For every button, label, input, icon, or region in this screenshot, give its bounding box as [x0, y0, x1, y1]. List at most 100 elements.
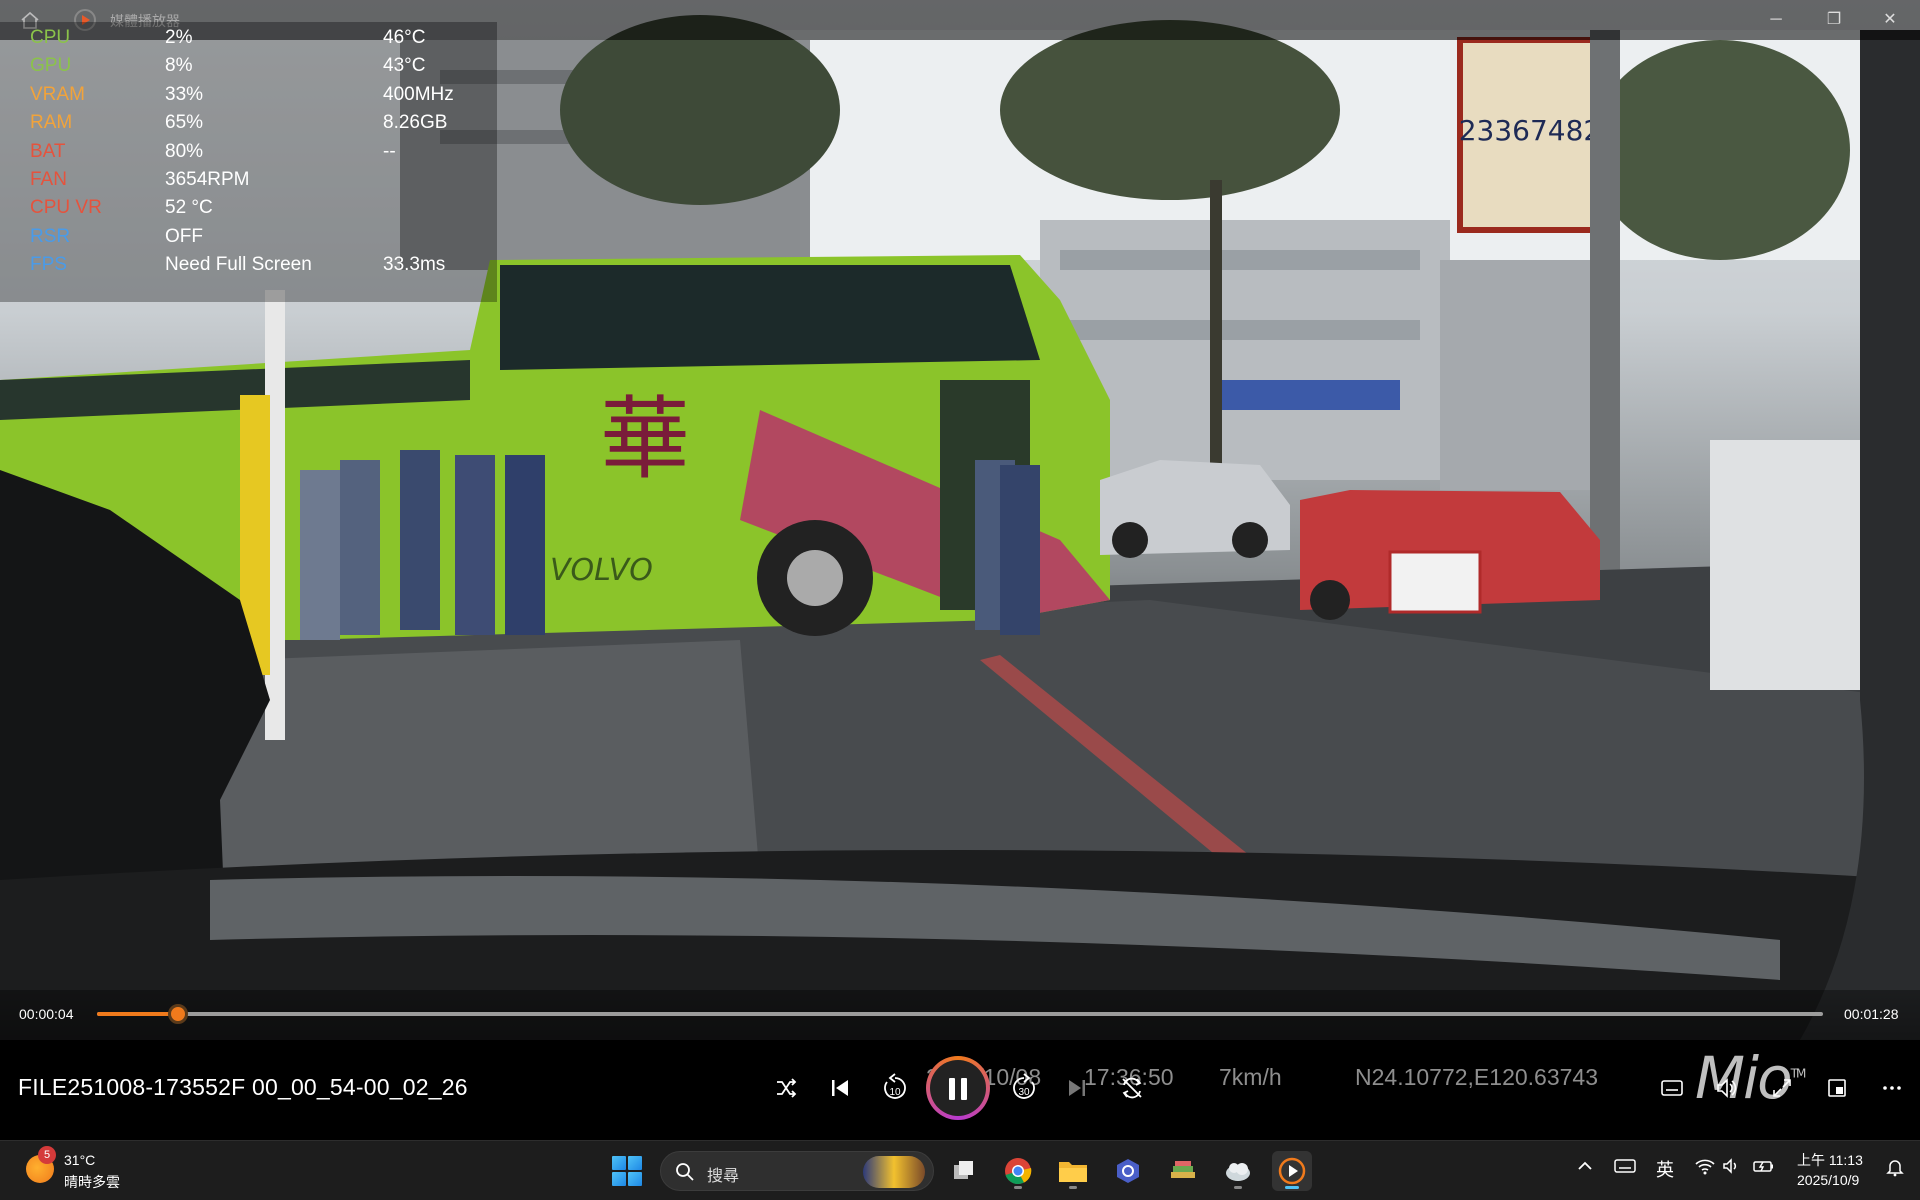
skip-back-label: 10	[889, 1087, 901, 1098]
perf-value-primary: 33%	[165, 83, 204, 105]
repeat-button[interactable]	[1114, 1070, 1150, 1106]
perf-value-secondary: 33.3ms	[383, 254, 446, 276]
perf-row: RAM 65% 8.26GB	[0, 112, 497, 140]
perf-value-secondary: 8.26GB	[383, 112, 448, 134]
taskbar-app-cloud[interactable]	[1218, 1151, 1258, 1191]
more-icon	[1883, 1086, 1901, 1090]
books-icon	[1171, 1161, 1195, 1178]
perf-label: RAM	[30, 112, 73, 134]
sign-text: 23367482	[1459, 114, 1602, 147]
bus-brand: VOLVO	[550, 553, 653, 588]
bus-text: 華	[600, 387, 690, 492]
next-button[interactable]	[1059, 1070, 1095, 1106]
perf-value-secondary: 43°C	[383, 55, 426, 77]
volume-icon	[1717, 1078, 1737, 1098]
perf-row: VRAM 33% 400MHz	[0, 84, 497, 112]
taskbar-app-books[interactable]	[1163, 1151, 1203, 1191]
start-button[interactable]	[612, 1156, 642, 1186]
close-button[interactable]: ✕	[1870, 6, 1910, 34]
perf-label: GPU	[30, 55, 72, 77]
shuffle-icon	[777, 1078, 797, 1098]
task-view-button[interactable]	[944, 1151, 984, 1191]
seek-progress	[97, 1012, 179, 1016]
taskbar-search[interactable]: 搜尋	[660, 1151, 934, 1191]
subtitles-button[interactable]	[1654, 1070, 1690, 1106]
battery-button[interactable]	[1752, 1157, 1776, 1180]
perf-value-primary: 8%	[165, 55, 193, 77]
taskbar-app-shield[interactable]	[1108, 1151, 1148, 1191]
clock-time[interactable]: 上午 11:13	[1797, 1150, 1863, 1170]
weather-desc: 晴時多雲	[64, 1174, 120, 1190]
current-time: 00:00:04	[19, 1006, 74, 1022]
show-hidden-icons-button[interactable]	[1576, 1157, 1594, 1180]
running-indicator	[1014, 1186, 1022, 1189]
running-indicator	[1069, 1186, 1077, 1189]
chevron-up-icon	[1578, 1161, 1592, 1170]
player-controls: 00:00:04 00:01:28 FILE251008-173552F 00_…	[0, 990, 1920, 1140]
speaker-icon	[1723, 1158, 1737, 1174]
volume-button[interactable]	[1709, 1070, 1745, 1106]
perf-value-primary: 2%	[165, 27, 193, 48]
fullscreen-button[interactable]	[1764, 1070, 1800, 1106]
performance-overlay: CPU 2% 46°C GPU 8% 43°C VRAM 33% 400MHz RAM 65% 8.2…	[0, 22, 497, 302]
search-placeholder: 搜尋	[707, 1168, 740, 1185]
shuffle-button[interactable]	[768, 1070, 804, 1106]
chrome-icon	[1005, 1158, 1032, 1185]
file-name: FILE251008-173552F 00_00_54-00_02_26	[18, 1074, 468, 1100]
touch-keyboard-button[interactable]	[1614, 1157, 1636, 1180]
perf-value-primary: 52 °C	[165, 197, 213, 219]
pause-button[interactable]	[926, 1056, 990, 1120]
perf-label: CPU VR	[30, 197, 102, 219]
perf-value-secondary: --	[383, 140, 396, 162]
taskbar-media-player[interactable]	[1272, 1151, 1312, 1191]
perf-value-secondary: 46°C	[383, 27, 426, 48]
running-indicator	[1234, 1186, 1242, 1189]
clock-date[interactable]: 2025/10/9	[1797, 1172, 1859, 1188]
maximize-button[interactable]: ❐	[1814, 6, 1854, 34]
perf-row: FAN 3654RPM	[0, 169, 497, 197]
ime-indicator[interactable]: 英	[1656, 1156, 1674, 1182]
search-highlight-icon	[863, 1156, 925, 1188]
active-indicator	[1285, 1186, 1299, 1189]
perf-value-primary: 65%	[165, 112, 204, 134]
skip-back-button[interactable]: 10	[877, 1070, 913, 1106]
skip-forward-button[interactable]: 30	[1006, 1070, 1042, 1106]
seek-thumb[interactable]	[168, 1004, 189, 1024]
fullscreen-icon	[1773, 1079, 1791, 1097]
wifi-icon	[1695, 1159, 1715, 1175]
network-button[interactable]	[1694, 1157, 1716, 1180]
rewind-10-icon: 10	[884, 1073, 906, 1099]
windows-logo-icon	[628, 1156, 642, 1170]
pause-icon	[949, 1078, 955, 1100]
perf-row: BAT 80% --	[0, 141, 497, 169]
subtitles-icon	[1661, 1080, 1683, 1096]
perf-row: CPU 2% 46°C	[0, 27, 497, 55]
perf-label: FAN	[30, 169, 67, 190]
perf-value-primary: 80%	[165, 140, 204, 162]
perf-label: BAT	[30, 140, 66, 162]
perf-value-primary: OFF	[165, 225, 203, 247]
perf-row: GPU 8% 43°C	[0, 55, 497, 83]
previous-button[interactable]	[822, 1070, 858, 1106]
folder-icon	[1059, 1162, 1087, 1182]
keyboard-icon	[1614, 1159, 1636, 1173]
taskbar-file-explorer[interactable]	[1053, 1151, 1093, 1191]
perf-label: RSR	[30, 225, 71, 247]
perf-label: FPS	[30, 254, 67, 276]
perf-row: CPU VR 52 °C	[0, 197, 497, 225]
mini-player-button[interactable]	[1819, 1070, 1855, 1106]
taskbar: 5 31°C 晴時多雲 搜尋 英 上午 11:13 2025/10/9	[0, 1140, 1920, 1200]
notifications-button[interactable]	[1885, 1157, 1905, 1182]
total-time: 00:01:28	[1844, 1006, 1899, 1022]
windows-logo-icon	[612, 1156, 626, 1170]
perf-row: RSR OFF	[0, 226, 497, 254]
volume-tray-button[interactable]	[1722, 1157, 1742, 1180]
windows-logo-icon	[612, 1172, 626, 1186]
perf-value-primary: 3654RPM	[165, 169, 250, 190]
skip-previous-icon	[832, 1080, 848, 1096]
more-options-button[interactable]	[1874, 1070, 1910, 1106]
taskbar-chrome[interactable]	[998, 1151, 1038, 1191]
seek-bar[interactable]	[97, 1004, 1823, 1024]
minimize-button[interactable]: ─	[1756, 6, 1796, 34]
weather-badge: 5	[38, 1146, 56, 1164]
